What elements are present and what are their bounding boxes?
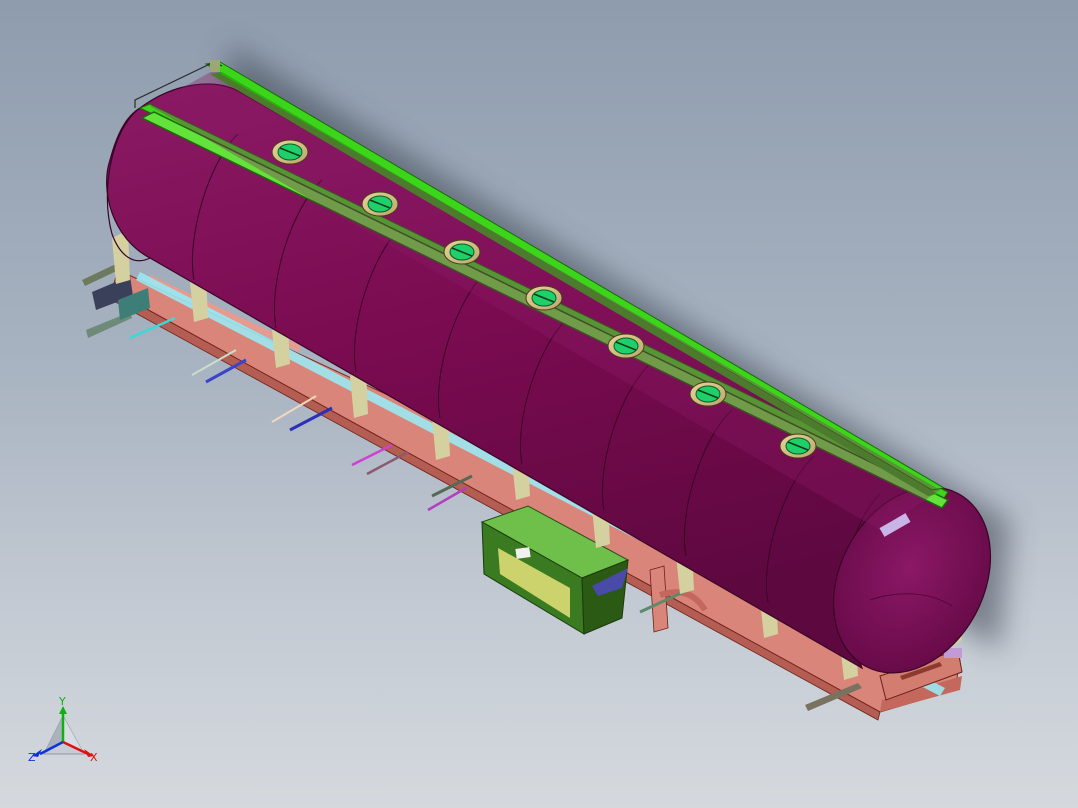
y-axis-label: Y [59, 695, 66, 708]
z-axis-label: Z [28, 751, 36, 764]
orientation-triad[interactable]: Y X Z [26, 694, 106, 774]
hatch-2[interactable] [361, 191, 399, 217]
x-axis-label: X [90, 751, 98, 764]
model-scene[interactable] [0, 0, 1078, 808]
hatch-1[interactable] [271, 139, 309, 165]
hatch-5[interactable] [607, 333, 645, 359]
hatch-3[interactable] [443, 239, 481, 265]
graphics-viewport[interactable]: Y X Z [0, 0, 1078, 808]
hatch-7[interactable] [779, 433, 817, 459]
hatch-4[interactable] [525, 285, 563, 311]
hatch-6[interactable] [689, 381, 727, 407]
